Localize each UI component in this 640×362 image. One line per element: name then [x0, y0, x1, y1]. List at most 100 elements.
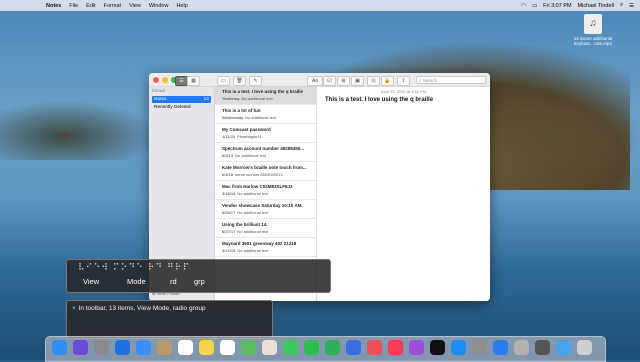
- sidebar-item-recently-deleted[interactable]: Recently Deleted: [152, 104, 211, 111]
- menu-window[interactable]: Window: [149, 3, 169, 9]
- note-title: Kate Morrow's braille note touch from...: [222, 165, 307, 170]
- note-title: Using the brilliant 14.: [222, 222, 268, 227]
- sidebar-account-header: iCloud: [152, 88, 165, 93]
- zoom-icon[interactable]: [493, 340, 508, 355]
- folder-icon[interactable]: [556, 340, 571, 355]
- tv-icon[interactable]: [430, 340, 445, 355]
- note-list-item[interactable]: My Comcast password 1/11/20 Phoebagbe11: [215, 125, 316, 143]
- note-meta: 6/4/18 serial number 6504000015: [222, 172, 316, 177]
- utility-icon[interactable]: [514, 340, 529, 355]
- note-date: 1/11/20: [222, 133, 236, 139]
- desktop-video-file[interactable]: ♫ 14 Some additional keyboar...cuts.mp4: [563, 14, 623, 46]
- numbers-icon[interactable]: [325, 340, 340, 355]
- search-input[interactable]: ⌕ Search: [416, 75, 486, 84]
- note-list-item[interactable]: This is a lot of fun Wednesday No addition…: [215, 106, 316, 124]
- note-list-item[interactable]: Spectrum account number 49288450... 6/5/1…: [215, 144, 316, 162]
- note-preview: No additional text: [235, 152, 267, 158]
- menu-clock[interactable]: Fri 3:07 PM: [543, 3, 571, 9]
- menu-help[interactable]: Help: [176, 3, 187, 9]
- close-window-icon[interactable]: [153, 76, 159, 83]
- note-date: Yesterday: [222, 95, 240, 101]
- calendar-icon[interactable]: [178, 340, 193, 355]
- voiceover-icon[interactable]: [535, 340, 550, 355]
- format-button[interactable]: Aa: [307, 75, 323, 86]
- table-button[interactable]: ⊞: [337, 75, 350, 86]
- news-icon[interactable]: [367, 340, 382, 355]
- notes-icon[interactable]: [199, 340, 214, 355]
- note-meta: Yesterday No additional text: [222, 96, 316, 101]
- photos-icon[interactable]: [262, 340, 277, 355]
- wallpaper-island-east: [480, 90, 640, 170]
- close-caption-icon[interactable]: ×: [72, 306, 76, 312]
- sidebar-item-label: Recently Deleted: [154, 105, 191, 110]
- siri-icon[interactable]: [73, 340, 88, 355]
- mail-icon[interactable]: [136, 340, 151, 355]
- contacts-icon[interactable]: [157, 340, 172, 355]
- minimize-window-icon[interactable]: [162, 76, 168, 83]
- desktop-file-label: 14 Some additional keyboar...cuts.mp4: [573, 36, 613, 46]
- menu-app-notes[interactable]: Notes: [46, 3, 61, 9]
- traffic-lights: [153, 76, 177, 83]
- note-editor[interactable]: April 23, 2020 at 1:50 PM This is a test…: [317, 87, 490, 301]
- trash-icon[interactable]: [577, 340, 592, 355]
- music-file-icon: ♫: [584, 14, 602, 34]
- note-date: Wednesday: [222, 114, 244, 120]
- note-date: April 23, 2020 at 1:50 PM: [380, 89, 427, 94]
- note-title: Maynard 3601 greenway 402 21218: [222, 241, 297, 246]
- maps-icon[interactable]: [241, 340, 256, 355]
- wallpaper-island-west: [0, 100, 160, 160]
- note-date: 3/18/18: [222, 190, 236, 196]
- music-icon[interactable]: [388, 340, 403, 355]
- note-list-item[interactable]: Kate Morrow's braille note touch from...…: [215, 163, 316, 181]
- note-list-item[interactable]: Vendor showcase Saturday 10:10 AM. 6/26/1…: [215, 201, 316, 219]
- note-title: My Comcast password: [222, 127, 271, 132]
- note-list-item[interactable]: Mac from Harlow C02M83XLF8J3 3/18/18 No ad…: [215, 182, 316, 200]
- folders-toggle-button[interactable]: ▭: [217, 75, 230, 86]
- media-button[interactable]: ▣: [351, 75, 364, 86]
- note-meta: 3/12/15 No additional text: [222, 248, 316, 253]
- finder-icon[interactable]: [52, 340, 67, 355]
- safari-icon[interactable]: [115, 340, 130, 355]
- note-meta: 6/5/19 No additional text: [222, 153, 316, 158]
- menu-user[interactable]: Michael Tindell: [578, 3, 614, 9]
- settings-icon[interactable]: [472, 340, 487, 355]
- note-body-text[interactable]: This is a test. I love using the q brail…: [325, 97, 433, 103]
- note-preview: No additional text: [241, 95, 273, 101]
- compose-note-button[interactable]: ✎: [249, 75, 262, 86]
- menu-view[interactable]: View: [129, 3, 141, 9]
- podcasts-icon[interactable]: [409, 340, 424, 355]
- menu-format[interactable]: Format: [104, 3, 121, 9]
- sidebar-item-label: Notes: [154, 97, 167, 102]
- battery-icon[interactable]: ▭: [532, 3, 537, 9]
- note-date: 6/5/19: [222, 152, 234, 158]
- menu-bar: Notes File Edit Format View Window Help …: [0, 0, 640, 11]
- delete-note-button[interactable]: 🗑: [233, 75, 246, 86]
- note-preview: Phoebagbe11: [237, 133, 262, 139]
- gallery-view-button[interactable]: ▦: [187, 75, 200, 86]
- note-list-item[interactable]: Using the brilliant 14. 6/27/17 No additio…: [215, 220, 316, 238]
- sidebar-item-notes[interactable]: Notes 12: [152, 96, 211, 103]
- note-meta: 3/18/18 No additional text: [222, 191, 316, 196]
- messages-icon[interactable]: [283, 340, 298, 355]
- note-date: 6/26/17: [222, 209, 236, 215]
- share-button[interactable]: ⇪: [397, 75, 410, 86]
- keynote-icon[interactable]: [346, 340, 361, 355]
- control-center-icon[interactable]: ☰: [629, 3, 634, 9]
- checklist-button[interactable]: ☑: [323, 75, 336, 86]
- menu-edit[interactable]: Edit: [86, 3, 95, 9]
- note-list-item[interactable]: Maynard 3601 greenway 402 21218 3/12/15 No…: [215, 239, 316, 257]
- lock-button[interactable]: 🔒: [381, 75, 394, 86]
- spotlight-icon[interactable]: ⌕: [620, 2, 623, 9]
- appstore-icon[interactable]: [451, 340, 466, 355]
- caption-text-row: × In toolbar, 13 items, View Mode, radio …: [72, 305, 206, 312]
- facetime-icon[interactable]: [304, 340, 319, 355]
- launchpad-icon[interactable]: [94, 340, 109, 355]
- menu-file[interactable]: File: [69, 3, 78, 9]
- note-title: This is a lot of fun: [222, 108, 261, 113]
- note-meta: Wednesday No additional text: [222, 115, 316, 120]
- braille-word: View: [83, 277, 100, 286]
- wifi-icon[interactable]: ◠: [521, 3, 526, 9]
- reminders-icon[interactable]: [220, 340, 235, 355]
- note-list-item[interactable]: This is a test. I love using the q brail…: [215, 87, 316, 105]
- attachments-button[interactable]: ⊡: [367, 75, 380, 86]
